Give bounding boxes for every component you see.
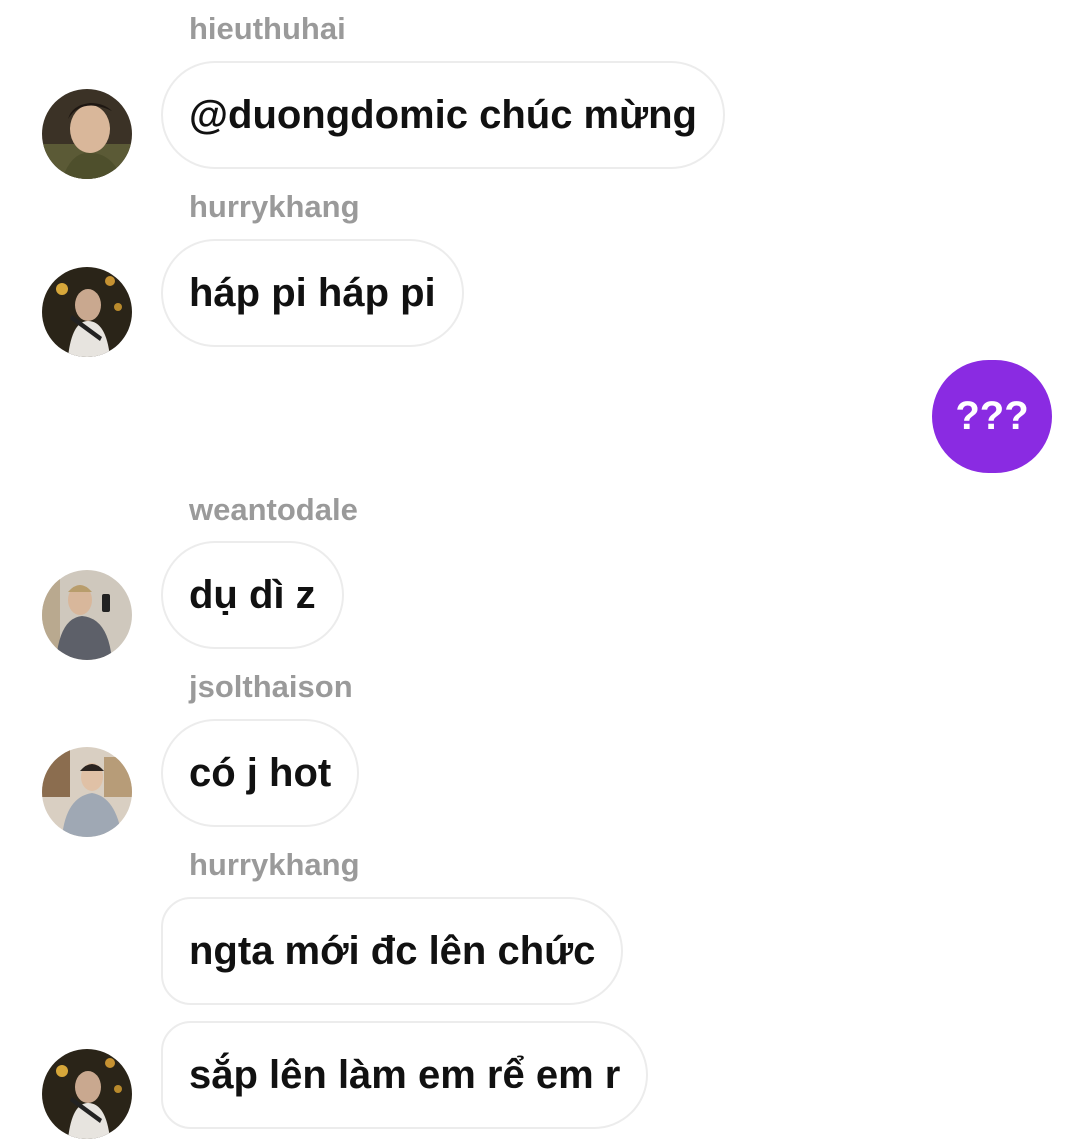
message-bubble[interactable]: @duongdomic chúc mừng: [161, 61, 725, 169]
sent-message-bubble[interactable]: ???: [932, 360, 1052, 473]
message-sender-name[interactable]: hurrykhang: [189, 187, 360, 227]
user-avatar-icon[interactable]: [42, 747, 132, 837]
message-sender-name[interactable]: hieuthuhai: [189, 9, 346, 49]
message-sender-name[interactable]: hurrykhang: [189, 845, 360, 885]
message-bubble[interactable]: có j hot: [161, 719, 360, 827]
user-avatar-icon[interactable]: [42, 89, 132, 179]
user-avatar-icon[interactable]: [42, 1049, 132, 1139]
message-bubble[interactable]: háp pi háp pi: [161, 239, 464, 347]
message-sender-name[interactable]: jsolthaison: [189, 667, 353, 707]
message-sender-name[interactable]: weantodale: [189, 490, 358, 530]
message-bubble[interactable]: sắp lên làm em rể em r: [161, 1021, 649, 1129]
user-avatar-icon[interactable]: [42, 267, 132, 357]
user-avatar-icon[interactable]: [42, 570, 132, 660]
message-bubble[interactable]: dụ dì z: [161, 541, 344, 649]
message-bubble[interactable]: ngta mới đc lên chức: [161, 897, 624, 1005]
